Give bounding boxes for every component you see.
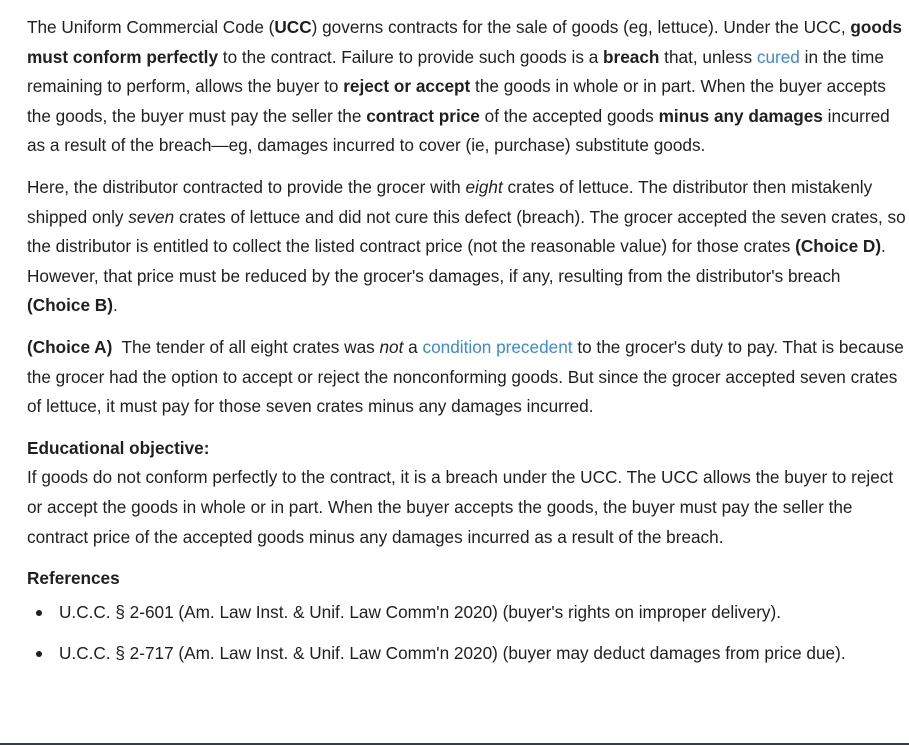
seven-italic: seven (128, 206, 175, 227)
educational-objective-heading: Educational objective: (27, 437, 210, 458)
breach-bold: breach (603, 46, 660, 67)
references-list: U.C.C. § 2-601 (Am. Law Inst. & Unif. La… (27, 598, 907, 669)
reject-accept-bold: reject or accept (343, 76, 471, 97)
explanation-content: The Uniform Commercial Code (UCC) govern… (27, 13, 907, 681)
condition-precedent-link[interactable]: condition precedent (423, 337, 573, 357)
minus-damages-bold: minus any damages (658, 105, 823, 126)
reference-text: U.C.C. § 2-717 (Am. Law Inst. & Unif. La… (59, 643, 846, 664)
cured-link[interactable]: cured (757, 47, 800, 67)
references-heading: References (27, 568, 120, 589)
reference-item: U.C.C. § 2-601 (Am. Law Inst. & Unif. La… (27, 598, 907, 628)
educational-objective-text: If goods do not conform perfectly to the… (27, 467, 894, 547)
choice-a-bold: (Choice A) (27, 336, 113, 357)
choice-d-bold: (Choice D) (795, 236, 882, 257)
explanation-paragraph-application: Here, the distributor contracted to prov… (27, 176, 906, 316)
reference-item: U.C.C. § 2-717 (Am. Law Inst. & Unif. La… (27, 639, 907, 669)
contract-price-bold: contract price (366, 105, 480, 126)
not-italic: not (379, 336, 404, 357)
ucc-bold: UCC (274, 17, 312, 37)
bullet-icon (36, 651, 42, 658)
eight-italic: eight (465, 176, 503, 197)
bullet-icon (36, 609, 42, 616)
explanation-paragraph-rule: The Uniform Commercial Code (UCC) govern… (27, 17, 902, 156)
reference-text: U.C.C. § 2-601 (Am. Law Inst. & Unif. La… (59, 601, 782, 622)
choice-b-bold: (Choice B) (27, 295, 113, 316)
explanation-paragraph-choice-a: (Choice A) The tender of all eight crate… (27, 336, 904, 417)
